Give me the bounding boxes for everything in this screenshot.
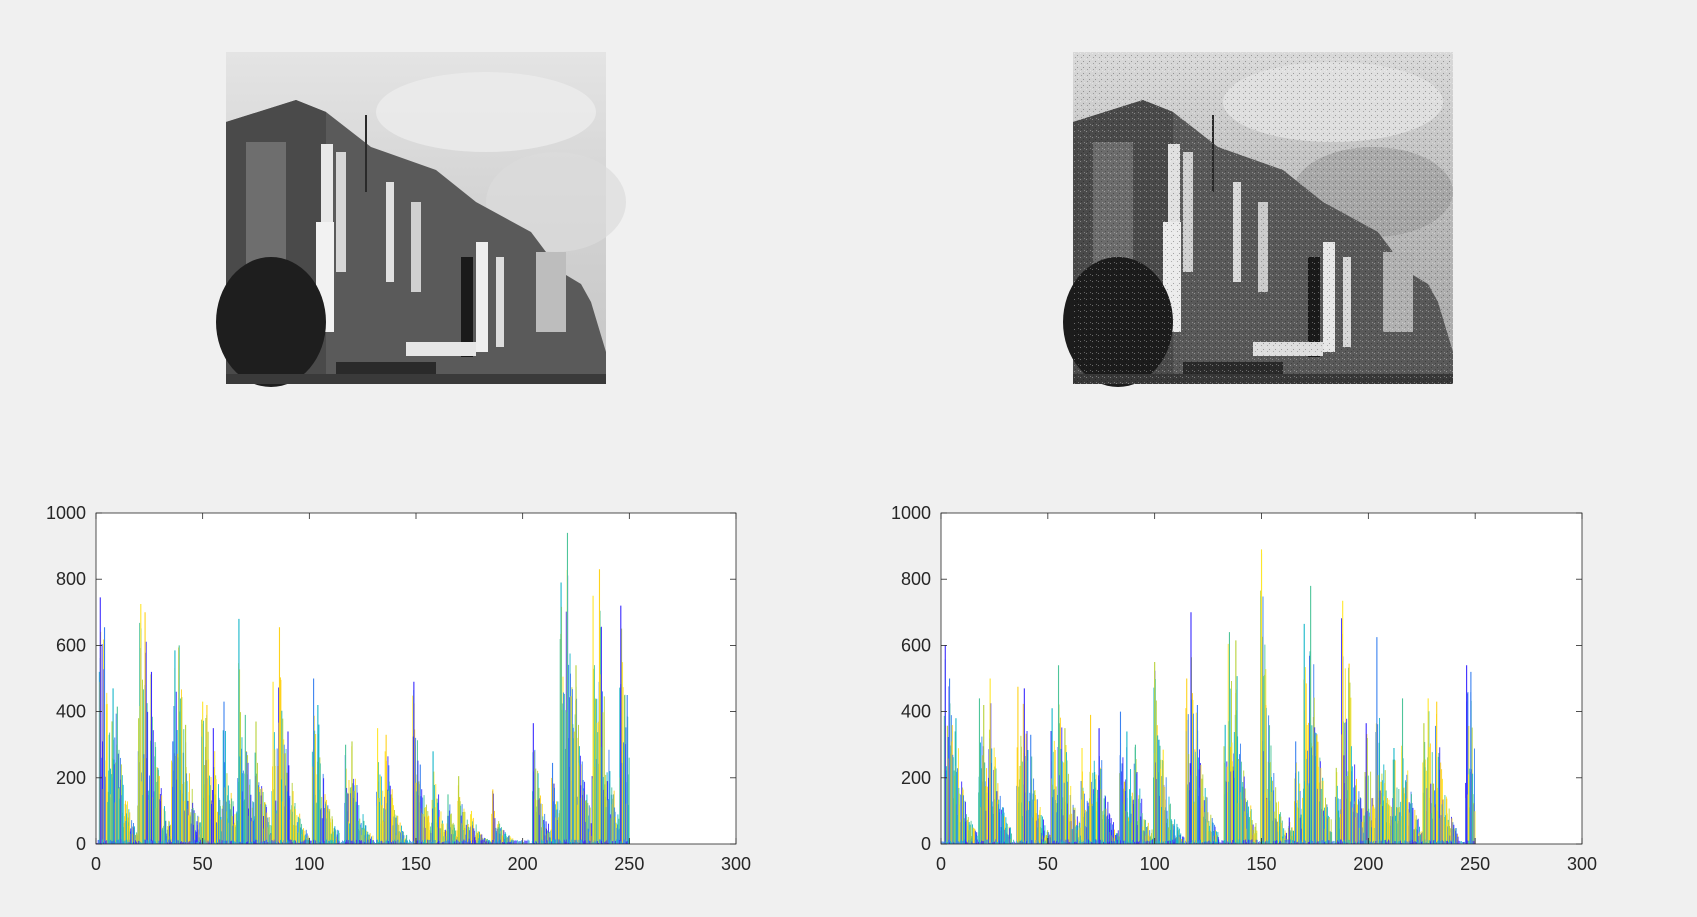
y-tick-label: 1000 bbox=[891, 503, 931, 523]
y-tick-label: 1000 bbox=[46, 503, 86, 523]
y-tick-label: 400 bbox=[56, 702, 86, 722]
x-tick-label: 100 bbox=[1140, 854, 1170, 874]
x-tick-label: 100 bbox=[294, 854, 324, 874]
x-tick-label: 0 bbox=[936, 854, 946, 874]
image-original bbox=[216, 52, 626, 387]
y-tick-label: 600 bbox=[901, 635, 931, 655]
x-tick-label: 300 bbox=[1567, 854, 1597, 874]
x-tick-label: 200 bbox=[1353, 854, 1383, 874]
x-tick-label: 200 bbox=[508, 854, 538, 874]
x-tick-label: 250 bbox=[1460, 854, 1490, 874]
x-tick-label: 0 bbox=[91, 854, 101, 874]
figure-canvas: 0 50 100 150 200 250 30002004006008001000 0 50 1… bbox=[46, 52, 1597, 874]
histogram-original: 0 50 100 150 200 250 300 0 200 400 600 800 1000 bbox=[46, 503, 751, 874]
y-tick-label: 400 bbox=[901, 702, 931, 722]
x-tick-label: 250 bbox=[614, 854, 644, 874]
x-tick-label: 50 bbox=[1038, 854, 1058, 874]
x-tick-label: 300 bbox=[721, 854, 751, 874]
histogram-noisy: 0 50 100 150 200 250 300 0 200 400 600 800 1000 bbox=[891, 503, 1597, 874]
y-tick-label: 600 bbox=[56, 635, 86, 655]
x-tick-label: 150 bbox=[401, 854, 431, 874]
y-tick-label: 0 bbox=[921, 834, 931, 854]
image-noisy bbox=[1063, 52, 1453, 387]
y-tick-label: 200 bbox=[56, 768, 86, 788]
x-tick-label: 50 bbox=[193, 854, 213, 874]
y-tick-label: 200 bbox=[901, 768, 931, 788]
figure-window: 0 50 100 150 200 250 300 0 200 400 600 800 1000 0 50 1… bbox=[0, 0, 1697, 912]
y-tick-label: 0 bbox=[76, 834, 86, 854]
x-tick-label: 150 bbox=[1246, 854, 1276, 874]
y-tick-label: 800 bbox=[901, 569, 931, 589]
y-tick-label: 800 bbox=[56, 569, 86, 589]
